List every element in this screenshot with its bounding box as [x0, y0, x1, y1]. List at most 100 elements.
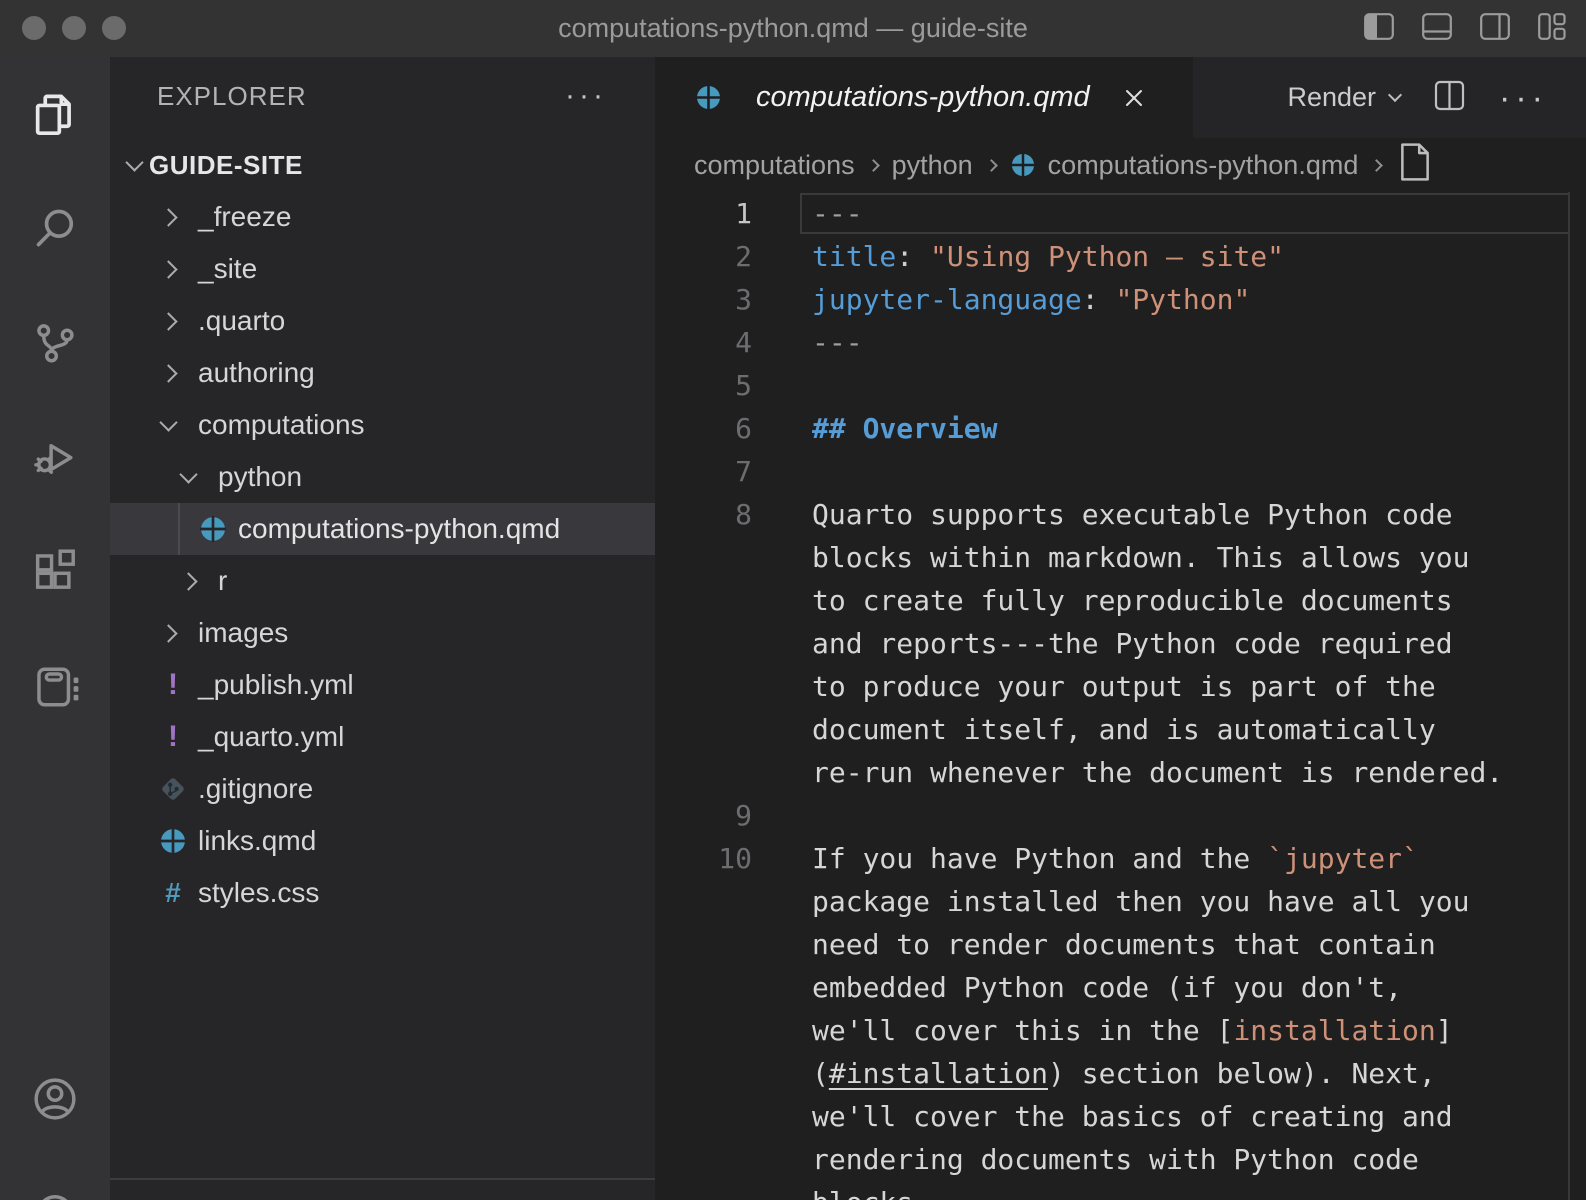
settings-gear-icon[interactable]	[29, 1187, 81, 1200]
code-line-20[interactable]: we'll cover this in the [installation]	[655, 1009, 1586, 1052]
tree-item-label: _site	[198, 253, 257, 285]
search-icon[interactable]	[29, 203, 81, 255]
code-line-3[interactable]: 3jupyter-language: "Python"	[655, 278, 1586, 321]
split-editor-icon[interactable]	[1434, 80, 1465, 116]
source-control-icon[interactable]	[29, 317, 81, 369]
activity-bar	[0, 57, 110, 1200]
more-actions-icon[interactable]: ···	[1499, 88, 1548, 108]
close-window-button[interactable]	[22, 16, 46, 40]
explorer-icon[interactable]	[29, 89, 81, 141]
code-token: package installed then you have all you	[812, 885, 1469, 918]
code-token: and reports---the Python code required	[812, 627, 1453, 660]
chevron-right-icon	[159, 624, 177, 642]
tree-item-slot	[158, 627, 196, 640]
tree-item-r[interactable]: r	[110, 555, 655, 607]
tree-item-python[interactable]: python	[110, 451, 655, 503]
chevron-down-icon	[179, 465, 197, 483]
account-icon[interactable]	[29, 1073, 81, 1125]
code-token: Quarto supports executable Python code	[812, 498, 1453, 531]
css-icon: #	[158, 877, 188, 909]
code-token: #installation	[829, 1057, 1048, 1090]
code-line-19[interactable]: embedded Python code (if you don't,	[655, 966, 1586, 1009]
code-line-15[interactable]: 9	[655, 794, 1586, 837]
tree-item-computations[interactable]: computations	[110, 399, 655, 451]
code-editor[interactable]: 1---2title: "Using Python — site"3jupyte…	[655, 192, 1586, 1200]
code-token: blocks within markdown. This allows you	[812, 541, 1469, 574]
minimize-window-button[interactable]	[62, 16, 86, 40]
tab-computations-python[interactable]: computations-python.qmd	[655, 57, 1193, 138]
chevron-right-icon	[159, 312, 177, 330]
code-token: "Python"	[1115, 283, 1250, 316]
code-token: installation	[1233, 1014, 1435, 1047]
tree-item--publish-yml[interactable]: !_publish.yml	[110, 659, 655, 711]
title-bar: computations-python.qmd — guide-site	[0, 0, 1586, 57]
customize-layout-icon[interactable]	[1538, 13, 1566, 40]
code-line-10[interactable]: to create fully reproducible documents	[655, 579, 1586, 622]
code-line-1[interactable]: 1---	[655, 192, 1586, 235]
code-line-13[interactable]: document itself, and is automatically	[655, 708, 1586, 751]
notebook-icon[interactable]	[29, 661, 81, 713]
editor-group: computations-python.qmd Render ··· compu…	[655, 57, 1586, 1200]
code-line-2[interactable]: 2title: "Using Python — site"	[655, 235, 1586, 278]
tree-item-links-qmd[interactable]: links.qmd	[110, 815, 655, 867]
explorer-more-actions-icon[interactable]: ···	[565, 91, 607, 101]
code-token: to create fully reproducible documents	[812, 584, 1453, 617]
code-token: rendering documents with Python code	[812, 1143, 1419, 1176]
tree-root-guide-site[interactable]: GUIDE-SITE	[110, 139, 655, 191]
code-line-17[interactable]: package installed then you have all you	[655, 880, 1586, 923]
tree-item-label: r	[218, 565, 227, 597]
tree-item-slot	[178, 575, 216, 588]
quarto-icon	[695, 84, 722, 111]
code-line-16[interactable]: 10If you have Python and the `jupyter`	[655, 837, 1586, 880]
toggle-panel-icon[interactable]	[1422, 13, 1452, 40]
chevron-right-icon	[159, 364, 177, 382]
outline-section-header[interactable]: OUTLINE	[110, 1186, 655, 1200]
tree-item--site[interactable]: _site	[110, 243, 655, 295]
tree-item-authoring[interactable]: authoring	[110, 347, 655, 399]
code-token: we'll cover this in the [	[812, 1014, 1233, 1047]
tree-item--gitignore[interactable]: .gitignore	[110, 763, 655, 815]
tree-item-label: .quarto	[198, 305, 285, 337]
code-token: ## Overview	[812, 412, 997, 445]
tree-item-styles-css[interactable]: #styles.css	[110, 867, 655, 919]
toggle-secondary-sidebar-icon[interactable]	[1480, 13, 1510, 40]
tree-item-label: _freeze	[198, 201, 291, 233]
code-line-24[interactable]: blocks.	[655, 1181, 1586, 1200]
code-line-21[interactable]: (#installation) section below). Next,	[655, 1052, 1586, 1095]
chevron-down-icon	[125, 153, 143, 171]
code-line-14[interactable]: re-run whenever the document is rendered…	[655, 751, 1586, 794]
code-line-22[interactable]: we'll cover the basics of creating and	[655, 1095, 1586, 1138]
toggle-primary-sidebar-icon[interactable]	[1364, 13, 1394, 40]
render-button[interactable]: Render	[1287, 82, 1400, 113]
extensions-icon[interactable]	[29, 546, 81, 598]
close-icon[interactable]	[1122, 86, 1146, 110]
tree-item--freeze[interactable]: _freeze	[110, 191, 655, 243]
tree-item-slot	[158, 315, 196, 328]
code-line-8[interactable]: 8Quarto supports executable Python code	[655, 493, 1586, 536]
zoom-window-button[interactable]	[102, 16, 126, 40]
code-line-4[interactable]: 4---	[655, 321, 1586, 364]
tree-item--quarto-yml[interactable]: !_quarto.yml	[110, 711, 655, 763]
breadcrumb-item-python[interactable]: python	[892, 150, 973, 181]
tree-item-slot	[198, 515, 236, 543]
code-token: we'll cover the basics of creating and	[812, 1100, 1453, 1133]
code-line-9[interactable]: blocks within markdown. This allows you	[655, 536, 1586, 579]
code-line-18[interactable]: need to render documents that contain	[655, 923, 1586, 966]
run-debug-icon[interactable]	[29, 431, 81, 483]
code-line-7[interactable]: 7	[655, 450, 1586, 493]
tree-item--quarto[interactable]: .quarto	[110, 295, 655, 347]
code-token: (	[812, 1057, 829, 1090]
breadcrumb-item-computations[interactable]: computations	[694, 150, 855, 181]
tree-item-images[interactable]: images	[110, 607, 655, 659]
line-number: 2	[655, 235, 752, 278]
code-line-5[interactable]: 5	[655, 364, 1586, 407]
breadcrumb-item-file[interactable]: computations-python.qmd	[1048, 150, 1359, 181]
code-token: re-run whenever the document is rendered…	[812, 756, 1503, 789]
tree-item-computations-python-qmd[interactable]: computations-python.qmd	[110, 503, 655, 555]
tree-item-slot	[158, 211, 196, 224]
line-number: 5	[655, 364, 752, 407]
code-line-12[interactable]: to produce your output is part of the	[655, 665, 1586, 708]
code-line-11[interactable]: and reports---the Python code required	[655, 622, 1586, 665]
code-line-6[interactable]: 6## Overview	[655, 407, 1586, 450]
code-line-23[interactable]: rendering documents with Python code	[655, 1138, 1586, 1181]
